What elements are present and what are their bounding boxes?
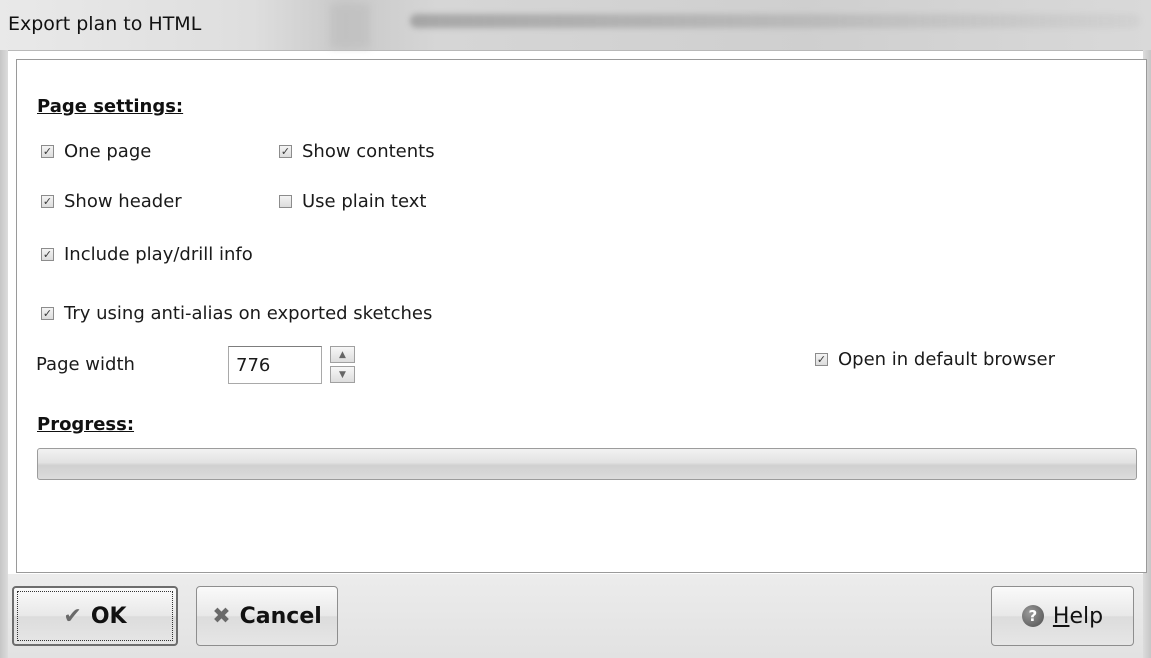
cancel-button-label: Cancel (239, 603, 322, 629)
checkbox-box[interactable]: ✓ (41, 248, 54, 261)
page-width-input[interactable]: 776 (228, 346, 322, 384)
show-header-label: Show header (64, 191, 182, 212)
include-play-drill-info-checkbox[interactable]: ✓ Include play/drill info (41, 244, 253, 265)
progress-heading: Progress: (37, 414, 135, 435)
window-title: Export plan to HTML (8, 13, 202, 35)
checkmark-icon: ✓ (280, 145, 291, 158)
include-play-drill-info-label: Include play/drill info (64, 244, 253, 265)
page-settings-heading: Page settings: (37, 96, 184, 117)
open-in-browser-checkbox[interactable]: ✓ Open in default browser (815, 349, 1055, 370)
checkmark-icon: ✓ (42, 195, 53, 208)
show-contents-checkbox[interactable]: ✓ Show contents (279, 141, 435, 162)
checkmark-icon: ✓ (42, 145, 53, 158)
show-header-checkbox[interactable]: ✓ Show header (41, 191, 182, 212)
checkbox-box[interactable]: ✓ (815, 353, 828, 366)
help-label-rest: elp (1069, 603, 1104, 629)
button-bar: ✔ OK ✖ Cancel ? Help (8, 574, 1143, 658)
spin-up-button[interactable]: ▲ (330, 346, 355, 363)
checkbox-box[interactable]: ✓ (41, 145, 54, 158)
background-window-text-blur (410, 14, 1140, 28)
background-window-fragment (330, 4, 370, 48)
one-page-checkbox[interactable]: ✓ One page (41, 141, 151, 162)
use-plain-text-checkbox[interactable]: ✓ Use plain text (279, 191, 426, 212)
checkmark-icon: ✓ (42, 307, 53, 320)
checkmark-icon: ✓ (816, 353, 827, 366)
ok-button[interactable]: ✔ OK (12, 586, 178, 646)
progress-bar (37, 448, 1137, 480)
question-icon: ? (1021, 605, 1044, 627)
triangle-down-icon: ▼ (339, 369, 346, 380)
x-icon: ✖ (212, 603, 231, 629)
anti-alias-label: Try using anti-alias on exported sketche… (64, 303, 433, 324)
help-button[interactable]: ? Help (991, 586, 1134, 646)
open-in-browser-label: Open in default browser (838, 349, 1056, 370)
one-page-label: One page (64, 141, 152, 162)
help-hotkey: H (1052, 603, 1070, 629)
ok-button-label: OK (90, 603, 127, 629)
use-plain-text-label: Use plain text (302, 191, 427, 212)
checkbox-box[interactable]: ✓ (41, 307, 54, 320)
help-button-label: Help (1053, 604, 1103, 629)
cancel-button[interactable]: ✖ Cancel (196, 586, 338, 646)
checkmark-icon: ✓ (42, 248, 53, 261)
checkbox-box[interactable]: ✓ (279, 145, 292, 158)
window-frame-left (0, 50, 8, 658)
triangle-up-icon: ▲ (339, 349, 346, 360)
settings-panel: Page settings: ✓ One page ✓ Show content… (16, 59, 1147, 573)
anti-alias-checkbox[interactable]: ✓ Try using anti-alias on exported sketc… (41, 303, 432, 324)
spin-down-button[interactable]: ▼ (330, 366, 355, 383)
checkmark-icon: ✔ (63, 603, 82, 629)
checkbox-box[interactable]: ✓ (279, 195, 292, 208)
checkbox-box[interactable]: ✓ (41, 195, 54, 208)
title-bar[interactable]: Export plan to HTML (0, 0, 1151, 51)
page-width-label: Page width (36, 354, 135, 375)
show-contents-label: Show contents (302, 141, 435, 162)
